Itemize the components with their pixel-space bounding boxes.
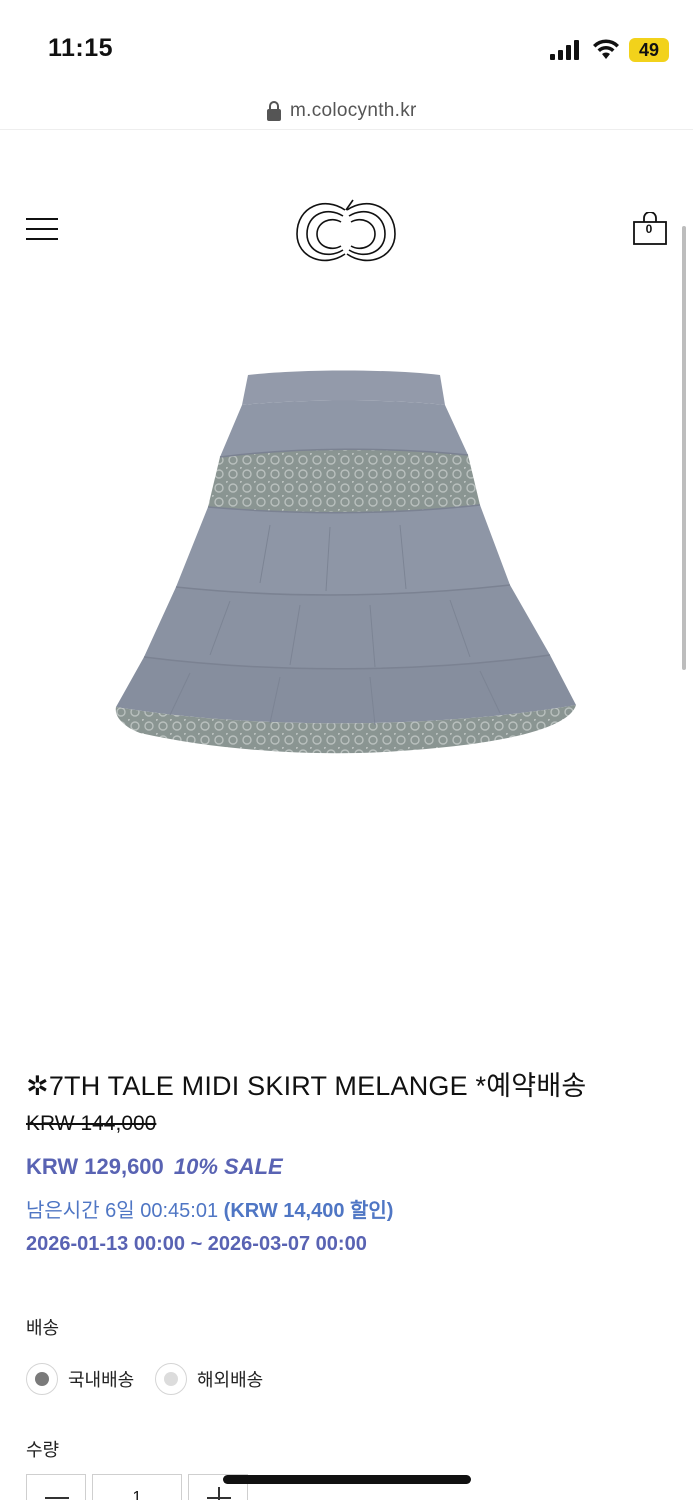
sale-price-row: KRW 129,600 10% SALE bbox=[26, 1154, 283, 1180]
discount-amount: (KRW 14,400 할인) bbox=[223, 1200, 394, 1222]
lock-icon bbox=[267, 101, 281, 121]
page-scrollbar[interactable] bbox=[682, 226, 686, 670]
wifi-icon bbox=[593, 39, 619, 59]
shipping-label: 배송 bbox=[26, 1318, 60, 1338]
sale-tag: 10% SALE bbox=[173, 1154, 283, 1179]
shipping-option-domestic[interactable]: 국내배송 bbox=[26, 1362, 134, 1396]
product-image[interactable] bbox=[100, 355, 590, 770]
countdown-label: 남은시간 6일 00:45:01 bbox=[26, 1200, 219, 1222]
status-time: 11:15 bbox=[48, 34, 114, 62]
battery-indicator: 49 bbox=[629, 38, 669, 62]
status-bar: 11:15 49 bbox=[0, 0, 693, 92]
cellular-signal-icon bbox=[550, 40, 579, 60]
shipping-option-overseas[interactable]: 해외배송 bbox=[155, 1362, 263, 1396]
radio-label: 국내배송 bbox=[68, 1370, 135, 1390]
sale-countdown: 남은시간 6일 00:45:01 (KRW 14,400 할인) bbox=[26, 1194, 393, 1223]
original-price: KRW 144,000 bbox=[26, 1112, 157, 1135]
product-title: ✲7TH TALE MIDI SKIRT MELANGE *예약배송 bbox=[26, 1071, 587, 1101]
minus-icon bbox=[45, 1497, 69, 1499]
cart-count: 0 bbox=[645, 222, 653, 236]
sale-period: 2026-01-13 00:00 ~ 2026-03-07 00:00 bbox=[26, 1233, 367, 1255]
site-header: 0 bbox=[0, 130, 693, 280]
sale-price: KRW 129,600 bbox=[26, 1154, 164, 1179]
home-indicator[interactable] bbox=[223, 1475, 471, 1484]
browser-url-bar[interactable]: m.colocynth.kr bbox=[0, 92, 693, 130]
quantity-label: 수량 bbox=[26, 1440, 60, 1460]
url-text: m.colocynth.kr bbox=[290, 100, 417, 121]
brand-logo[interactable] bbox=[295, 196, 397, 268]
quantity-input[interactable]: 1 bbox=[92, 1474, 182, 1500]
plus-icon bbox=[207, 1497, 231, 1499]
cart-icon[interactable]: 0 bbox=[632, 212, 668, 246]
radio-label: 해외배송 bbox=[197, 1370, 264, 1390]
radio-button[interactable] bbox=[155, 1363, 187, 1395]
radio-button[interactable] bbox=[26, 1363, 58, 1395]
quantity-decrease-button[interactable] bbox=[26, 1474, 86, 1500]
hamburger-menu-icon[interactable] bbox=[26, 218, 58, 246]
